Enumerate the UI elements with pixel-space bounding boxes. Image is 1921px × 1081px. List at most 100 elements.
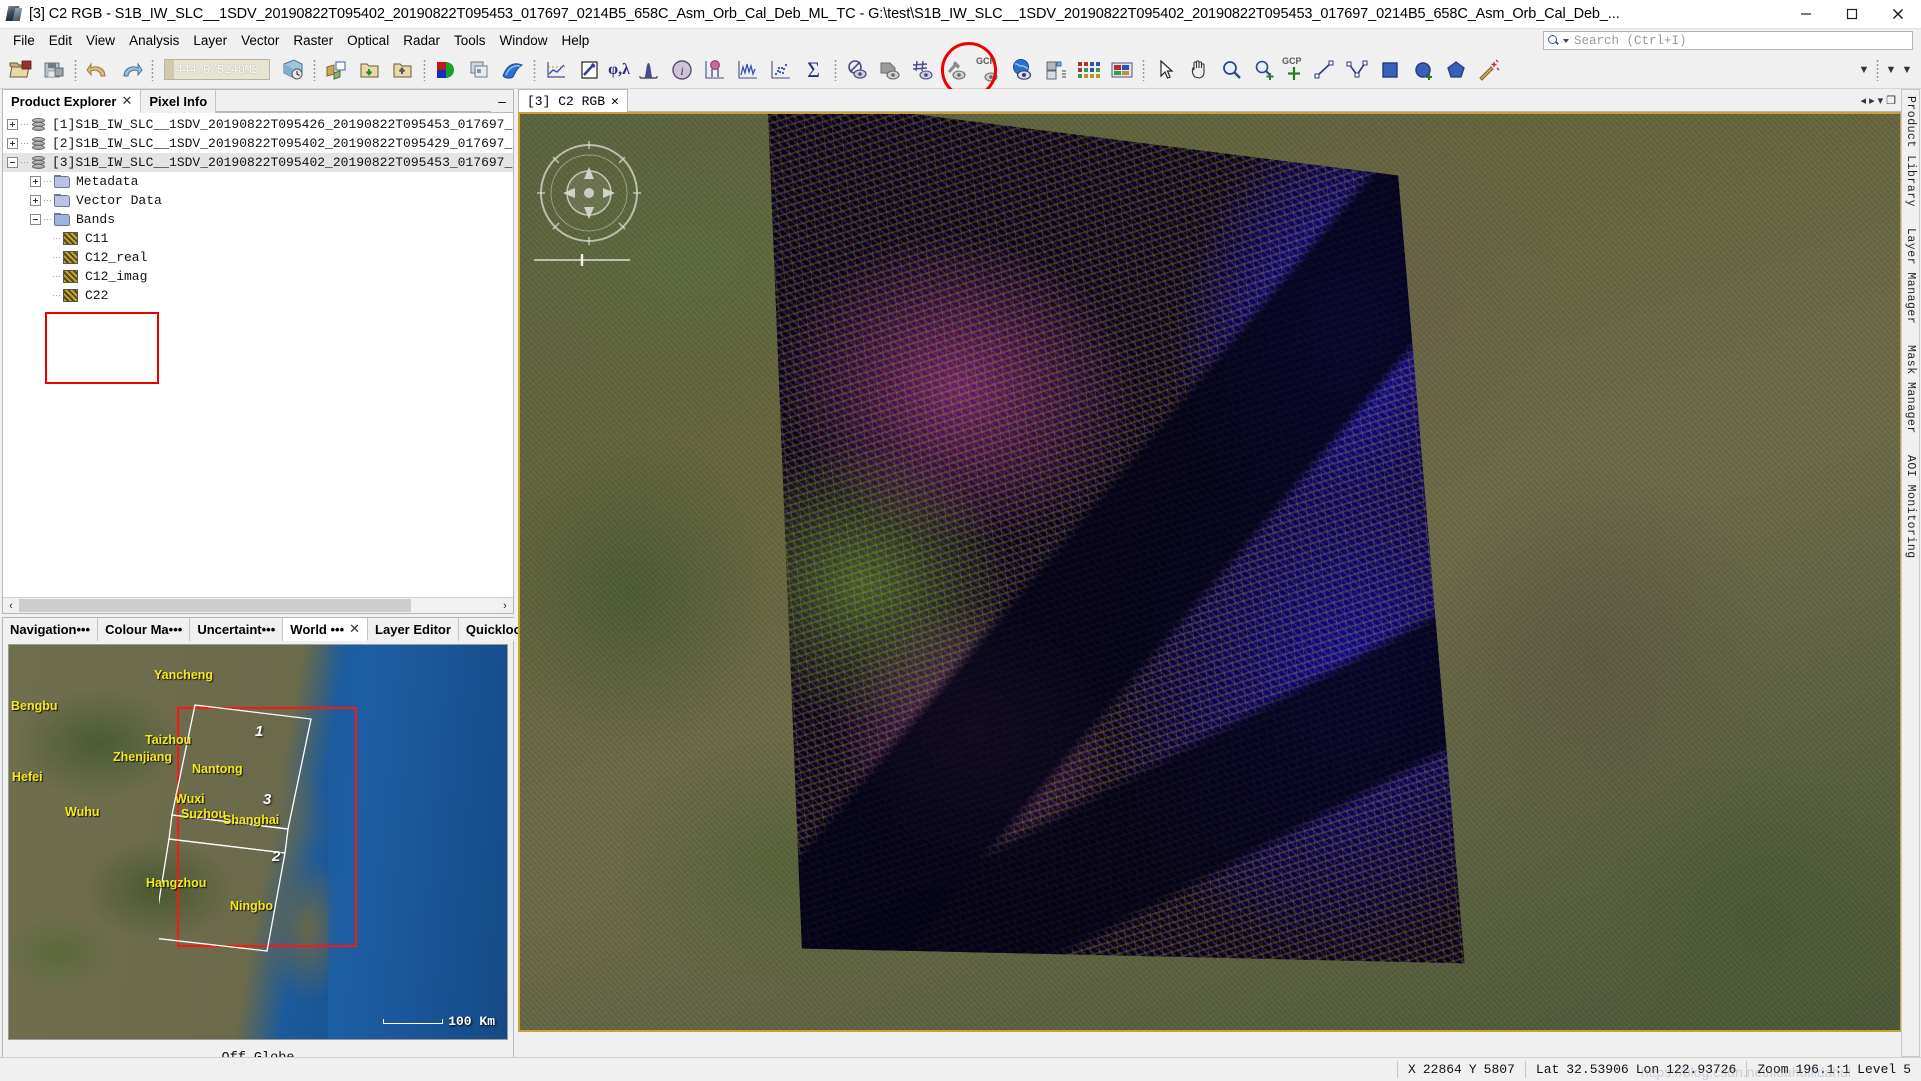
scroll-left-button[interactable]: ‹	[3, 598, 19, 613]
toolbar-overflow-2[interactable]: ▼	[1883, 55, 1899, 85]
tree-node-band-c12-imag[interactable]: C12_imag	[3, 267, 513, 286]
tab-pixel-info[interactable]: Pixel Info	[141, 90, 217, 113]
profile-plot-icon[interactable]	[540, 54, 573, 86]
scroll-right-button[interactable]: ›	[497, 598, 513, 613]
gcp-overlay-icon[interactable]: GCP	[973, 54, 1006, 86]
expand-icon[interactable]	[30, 195, 41, 206]
statistics-icon[interactable]: Σ	[797, 54, 830, 86]
dock-item-aoi-monitoring[interactable]: AOI Monitoring	[1902, 449, 1919, 565]
tab-product-explorer[interactable]: Product Explorer ✕	[3, 90, 142, 113]
tab-navigation[interactable]: Navigation•••	[3, 618, 99, 641]
close-icon[interactable]: ✕	[611, 94, 619, 109]
world-map-canvas[interactable]: 1 3 2 Yancheng Bengbu Taizhou Zhenjiang …	[8, 644, 508, 1040]
menu-analysis[interactable]: Analysis	[122, 31, 186, 50]
zoom-in-icon[interactable]	[1248, 54, 1281, 86]
tree-node-product-1[interactable]: [1] S1B_IW_SLC__1SDV_20190822T095426_201…	[3, 115, 513, 134]
tab-layer-editor[interactable]: Layer Editor	[368, 618, 459, 641]
reopen-product-icon[interactable]	[276, 54, 309, 86]
multi-image-view-icon[interactable]	[463, 54, 496, 86]
chevron-down-icon[interactable]	[1563, 38, 1569, 43]
prev-tab-button[interactable]: ◂	[1861, 94, 1867, 107]
tree-node-band-c11[interactable]: C11	[3, 229, 513, 248]
mask-manager-icon[interactable]	[1072, 54, 1105, 86]
pin-overlay-icon[interactable]	[940, 54, 973, 86]
maximize-button[interactable]	[1829, 0, 1875, 29]
tree-node-bands[interactable]: Bands	[3, 210, 513, 229]
save-product-icon[interactable]	[37, 54, 70, 86]
subset-icon[interactable]	[320, 54, 353, 86]
menu-window[interactable]: Window	[493, 31, 555, 50]
pin-pixel-plot-icon[interactable]	[698, 54, 731, 86]
world-map-overlay-icon[interactable]	[1006, 54, 1039, 86]
magic-wand-icon[interactable]	[1472, 54, 1505, 86]
expand-icon[interactable]	[7, 119, 18, 130]
expand-icon[interactable]	[30, 176, 41, 187]
collapse-icon[interactable]	[30, 214, 41, 225]
tab-c2-rgb[interactable]: [3] C2 RGB ✕	[518, 89, 628, 112]
menu-view[interactable]: View	[79, 31, 122, 50]
polygon-drawing-tool-icon[interactable]	[1439, 54, 1472, 86]
geo-coding-icon[interactable]: φ,λ	[606, 54, 632, 86]
tab-list-button[interactable]: ▾	[1878, 94, 1884, 107]
menu-layer[interactable]: Layer	[186, 31, 234, 50]
tree-node-vector-data[interactable]: Vector Data	[3, 191, 513, 210]
scroll-thumb[interactable]	[19, 599, 411, 612]
tab-colour-manipulation[interactable]: Colour Ma•••	[98, 618, 191, 641]
close-button[interactable]	[1875, 0, 1921, 29]
navigation-compass-icon[interactable]	[533, 137, 645, 249]
open-product-icon[interactable]	[4, 54, 37, 86]
ellipse-drawing-tool-icon[interactable]	[1406, 54, 1439, 86]
minimize-panel-button[interactable]: –	[491, 90, 513, 112]
tree-node-band-c12-real[interactable]: C12_real	[3, 248, 513, 267]
information-icon[interactable]: i	[665, 54, 698, 86]
undo-icon[interactable]	[81, 54, 114, 86]
search-input[interactable]: Search (Ctrl+I)	[1574, 34, 1687, 48]
scroll-track[interactable]	[19, 599, 497, 612]
product-tree-hscrollbar[interactable]: ‹ ›	[3, 597, 513, 613]
line-drawing-tool-icon[interactable]	[1307, 54, 1340, 86]
export-icon[interactable]	[386, 54, 419, 86]
close-icon[interactable]: ✕	[121, 93, 132, 109]
menu-vector[interactable]: Vector	[234, 31, 286, 50]
menu-raster[interactable]: Raster	[286, 31, 340, 50]
maximize-view-button[interactable]: ❐	[1886, 94, 1896, 107]
rectangle-drawing-tool-icon[interactable]	[1373, 54, 1406, 86]
pan-tool-icon[interactable]	[1182, 54, 1215, 86]
image-canvas[interactable]	[518, 112, 1902, 1032]
memory-indicator[interactable]: 444.0/5240MB	[164, 59, 270, 80]
histogram-icon[interactable]	[632, 54, 665, 86]
toolbar-overflow-1[interactable]: ▼	[1856, 55, 1872, 85]
next-tab-button[interactable]: ▸	[1869, 94, 1875, 107]
scatter-plot-icon[interactable]	[764, 54, 797, 86]
mask-overlay-icon[interactable]	[874, 54, 907, 86]
tree-node-product-3[interactable]: [3] S1B_IW_SLC__1SDV_20190822T095402_201…	[3, 153, 513, 172]
tree-node-product-2[interactable]: [2] S1B_IW_SLC__1SDV_20190822T095402_201…	[3, 134, 513, 153]
menu-radar[interactable]: Radar	[396, 31, 447, 50]
graticule-overlay-icon[interactable]	[907, 54, 940, 86]
layer-manager-icon[interactable]	[1039, 54, 1072, 86]
menu-file[interactable]: File	[6, 31, 42, 50]
menu-tools[interactable]: Tools	[447, 31, 493, 50]
tree-node-metadata[interactable]: Metadata	[3, 172, 513, 191]
collapse-icon[interactable]	[7, 157, 18, 168]
colour-manipulation-icon[interactable]	[496, 54, 529, 86]
zoom-slider[interactable]	[532, 254, 632, 266]
gcp-placing-tool-icon[interactable]: GCP	[1281, 54, 1307, 86]
minimize-button[interactable]	[1783, 0, 1829, 29]
close-icon[interactable]: ✕	[349, 621, 360, 637]
polyline-drawing-tool-icon[interactable]	[1340, 54, 1373, 86]
rgb-image-view-icon[interactable]	[430, 54, 463, 86]
spectrum-view-icon[interactable]	[731, 54, 764, 86]
search-box[interactable]: Search (Ctrl+I)	[1543, 31, 1913, 50]
pin-manager-icon[interactable]	[573, 54, 606, 86]
dock-item-mask-manager[interactable]: Mask Manager	[1902, 339, 1919, 440]
tree-node-band-c22[interactable]: C22	[3, 286, 513, 305]
dock-item-layer-manager[interactable]: Layer Manager	[1902, 222, 1919, 330]
no-data-overlay-icon[interactable]	[841, 54, 874, 86]
menu-edit[interactable]: Edit	[42, 31, 79, 50]
menu-help[interactable]: Help	[555, 31, 597, 50]
menu-optical[interactable]: Optical	[340, 31, 396, 50]
selection-tool-icon[interactable]	[1149, 54, 1182, 86]
toolbar-overflow-3[interactable]: ▼	[1899, 55, 1915, 85]
product-tree[interactable]: [1] S1B_IW_SLC__1SDV_20190822T095426_201…	[3, 113, 513, 305]
